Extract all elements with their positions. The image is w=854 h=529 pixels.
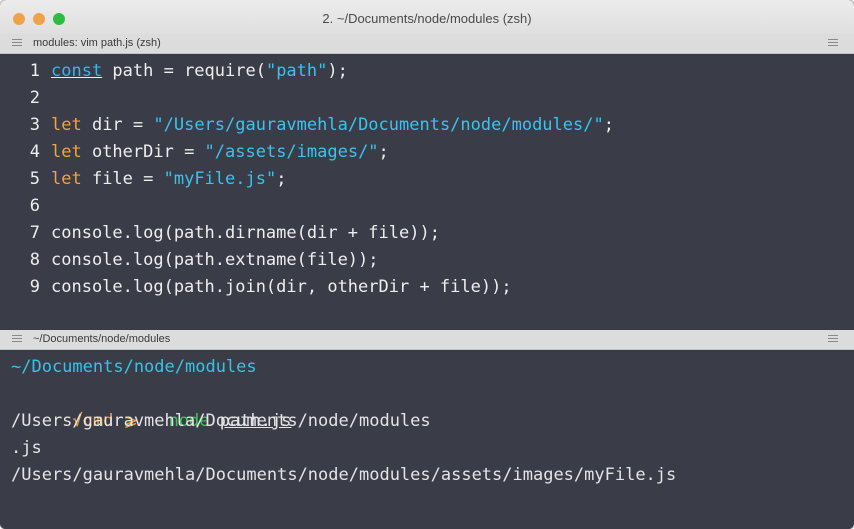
editor-pane[interactable]: 1 const path = require("path"); 2 3 let dir … bbox=[0, 55, 854, 330]
string-literal: "path" bbox=[265, 61, 328, 81]
line-number: 2 bbox=[29, 88, 40, 108]
editor-pane-title: modules: vim path.js (zsh) bbox=[33, 37, 161, 49]
string-literal: "/assets/images/" bbox=[204, 142, 379, 162]
keyword: let bbox=[51, 142, 82, 162]
code-text: path = require( bbox=[102, 61, 266, 81]
pane-menu-icon[interactable] bbox=[828, 335, 838, 344]
code-line[interactable]: 6 bbox=[0, 193, 51, 220]
line-number: 8 bbox=[29, 250, 40, 270]
terminal-window: 2. ~/Documents/node/modules (zsh) module… bbox=[0, 0, 854, 529]
pane-grip-icon bbox=[12, 335, 22, 344]
window-title: 2. ~/Documents/node/modules (zsh) bbox=[322, 11, 532, 26]
code-text: file = bbox=[81, 169, 164, 189]
code-line[interactable]: 4 let otherDir = "/assets/images/"; bbox=[0, 139, 389, 166]
pane-menu-icon[interactable] bbox=[828, 39, 838, 48]
code-text: dir = bbox=[81, 115, 154, 135]
keyword: let bbox=[51, 169, 82, 189]
line-number: 4 bbox=[29, 142, 40, 162]
code-line[interactable]: 7 console.log(path.dirname(dir + file)); bbox=[0, 220, 440, 247]
prompt-line: √cmd ⩾ node path.js bbox=[11, 381, 291, 431]
terminal-pane-header[interactable]: ~/Documents/node/modules bbox=[0, 330, 854, 350]
code-line[interactable]: 8 console.log(path.extname(file)); bbox=[0, 247, 379, 274]
line-number: 7 bbox=[29, 223, 40, 243]
string-literal: "/Users/gauravmehla/Documents/node/modul… bbox=[153, 115, 604, 135]
string-literal: "myFile.js" bbox=[163, 169, 277, 189]
code-line[interactable]: 1 const path = require("path"); bbox=[0, 58, 348, 85]
line-number: 6 bbox=[29, 196, 40, 216]
code-text: ; bbox=[378, 142, 389, 162]
code-text: console.log(path.dirname(dir + file)); bbox=[51, 223, 440, 243]
pane-grip-icon bbox=[12, 39, 22, 48]
code-text: ; bbox=[276, 169, 287, 189]
keyword: const bbox=[51, 61, 103, 81]
cwd-line: ~/Documents/node/modules bbox=[11, 357, 257, 377]
keyword: let bbox=[51, 115, 82, 135]
editor-pane-header[interactable]: modules: vim path.js (zsh) bbox=[0, 34, 854, 54]
code-text: console.log(path.join(dir, otherDir + fi… bbox=[51, 277, 512, 297]
output-line: /Users/gauravmehla/Documents/node/module… bbox=[11, 465, 677, 485]
code-text: ); bbox=[327, 61, 348, 81]
code-text: ; bbox=[603, 115, 614, 135]
terminal-pane[interactable]: ~/Documents/node/modules √cmd ⩾ node pat… bbox=[0, 351, 854, 529]
output-line: /Users/gauravmehla/Documents/node/module… bbox=[11, 411, 431, 431]
code-line[interactable]: 2 bbox=[0, 85, 51, 112]
code-text: otherDir = bbox=[81, 142, 205, 162]
terminal-pane-title: ~/Documents/node/modules bbox=[33, 333, 171, 345]
code-line[interactable]: 9 console.log(path.join(dir, otherDir + f… bbox=[0, 274, 512, 301]
output-line: .js bbox=[11, 438, 42, 458]
line-number: 9 bbox=[29, 277, 40, 297]
line-number: 1 bbox=[29, 61, 40, 81]
title-bar[interactable]: 2. ~/Documents/node/modules (zsh) bbox=[0, 0, 854, 38]
code-line[interactable]: 3 let dir = "/Users/gauravmehla/Documents… bbox=[0, 112, 614, 139]
code-text: console.log(path.extname(file)); bbox=[51, 250, 379, 270]
code-line[interactable]: 5 let file = "myFile.js"; bbox=[0, 166, 287, 193]
line-number: 3 bbox=[29, 115, 40, 135]
line-number: 5 bbox=[29, 169, 40, 189]
